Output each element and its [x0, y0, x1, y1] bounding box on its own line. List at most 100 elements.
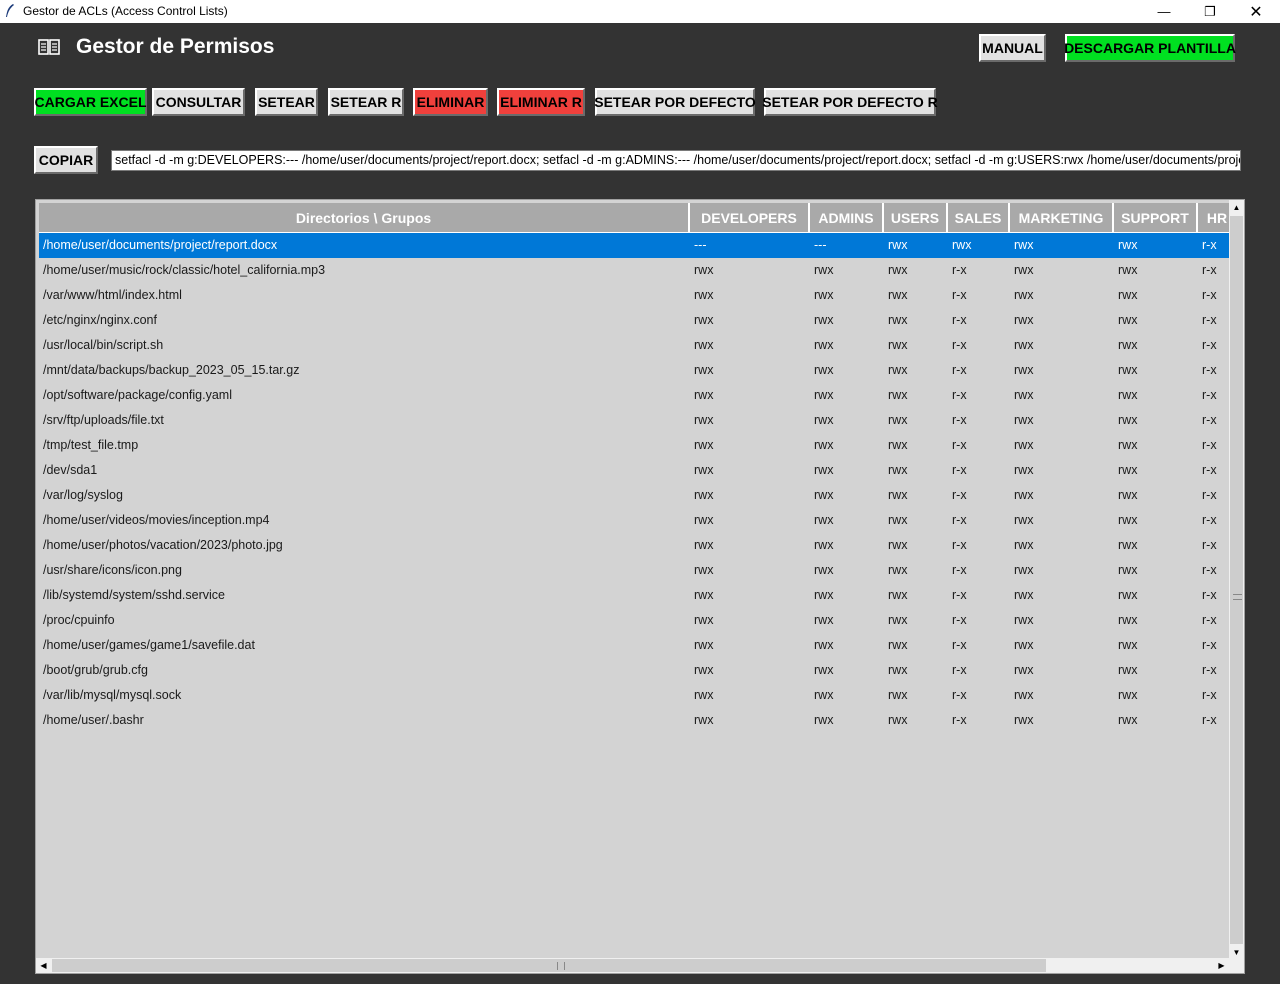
table-row[interactable]: /boot/grub/grub.cfg rwx rwx rwx r-x rwx rwx r-x: [39, 658, 1229, 683]
permission-cell: rwx: [814, 613, 834, 627]
table-row[interactable]: /home/user/music/rock/classic/hotel_cali…: [39, 258, 1229, 283]
table-row[interactable]: /home/user/videos/movies/inception.mp4 rw…: [39, 508, 1229, 533]
table-row[interactable]: /var/log/syslog rwx rwx rwx r-x rwx rwx r-x: [39, 483, 1229, 508]
permission-cell: rwx: [1014, 463, 1034, 477]
permission-cell: rwx: [1118, 463, 1138, 477]
permission-cell: rwx: [694, 638, 714, 652]
permission-cell: rwx: [1014, 663, 1034, 677]
column-header-group[interactable]: SALES: [948, 203, 1010, 233]
table-row[interactable]: /usr/local/bin/script.sh rwx rwx rwx r-x rwx r…: [39, 333, 1229, 358]
permission-cell: rwx: [814, 713, 834, 727]
permission-cell: rwx: [694, 488, 714, 502]
permission-cell: rwx: [1118, 538, 1138, 552]
horizontal-scrollbar[interactable]: ◀ ▶: [36, 958, 1244, 973]
permission-cell: r-x: [952, 513, 967, 527]
table-row[interactable]: /lib/systemd/system/sshd.service rwx rwx rw…: [39, 583, 1229, 608]
permission-cell: r-x: [1202, 438, 1217, 452]
permission-cell: r-x: [952, 638, 967, 652]
maximize-button[interactable]: ❐: [1187, 0, 1233, 23]
permission-cell: rwx: [694, 413, 714, 427]
permission-cell: r-x: [1202, 613, 1217, 627]
vertical-scroll-thumb[interactable]: [1230, 216, 1243, 944]
table-row[interactable]: /opt/software/package/config.yaml rwx rwx r…: [39, 383, 1229, 408]
permission-cell: rwx: [1014, 563, 1034, 577]
delete-button[interactable]: ELIMINAR: [413, 88, 488, 116]
permission-cell: r-x: [952, 588, 967, 602]
path-cell: /var/www/html/index.html: [43, 288, 182, 302]
table-row[interactable]: /dev/sda1 rwx rwx rwx r-x rwx rwx r-x: [39, 458, 1229, 483]
table-row[interactable]: /home/user/documents/project/report.docx…: [39, 233, 1229, 258]
path-cell: /boot/grub/grub.cfg: [43, 663, 148, 677]
column-header-group[interactable]: USERS: [884, 203, 948, 233]
command-field[interactable]: setfacl -d -m g:DEVELOPERS:--- /home/use…: [111, 150, 1241, 171]
permission-cell: rwx: [1014, 413, 1034, 427]
minimize-button[interactable]: —: [1141, 0, 1187, 23]
column-header-group[interactable]: DEVELOPERS: [690, 203, 810, 233]
minimize-icon: —: [1157, 4, 1171, 19]
permission-cell: ---: [694, 238, 707, 252]
column-header-group[interactable]: SUPPORT: [1114, 203, 1198, 233]
table-row[interactable]: /var/www/html/index.html rwx rwx rwx r-x rwx r…: [39, 283, 1229, 308]
column-header-group[interactable]: MARKETING: [1010, 203, 1114, 233]
permission-cell: rwx: [694, 663, 714, 677]
permission-cell: rwx: [814, 688, 834, 702]
load-excel-button[interactable]: CARGAR EXCEL: [34, 88, 147, 116]
permission-cell: rwx: [1014, 513, 1034, 527]
permission-cell: rwx: [814, 538, 834, 552]
permission-cell: rwx: [814, 438, 834, 452]
delete-recursive-button[interactable]: ELIMINAR R: [497, 88, 585, 116]
table-row[interactable]: /usr/share/icons/icon.png rwx rwx rwx r-x rwx…: [39, 558, 1229, 583]
permission-cell: rwx: [1118, 338, 1138, 352]
query-button[interactable]: CONSULTAR: [152, 88, 245, 116]
table-row[interactable]: /etc/nginx/nginx.conf rwx rwx rwx r-x rwx rwx r…: [39, 308, 1229, 333]
copy-button[interactable]: COPIAR: [34, 146, 98, 174]
scroll-right-icon[interactable]: ▶: [1214, 958, 1229, 973]
vertical-scrollbar[interactable]: ▲ ▼: [1229, 200, 1244, 960]
scroll-up-icon[interactable]: ▲: [1229, 200, 1244, 215]
table-row[interactable]: /srv/ftp/uploads/file.txt rwx rwx rwx r-x rwx…: [39, 408, 1229, 433]
download-template-button[interactable]: DESCARGAR PLANTILLA: [1064, 34, 1236, 62]
maximize-icon: ❐: [1204, 3, 1216, 19]
set-button[interactable]: SETEAR: [255, 88, 318, 116]
horizontal-scroll-thumb[interactable]: [52, 959, 1046, 972]
set-default-button[interactable]: SETEAR POR DEFECTO: [594, 88, 756, 116]
table-row[interactable]: /home/user/.bashr rwx rwx rwx r-x rwx rwx r-x: [39, 708, 1229, 733]
permission-cell: rwx: [952, 238, 972, 252]
permission-cell: r-x: [952, 663, 967, 677]
manual-button[interactable]: MANUAL: [979, 34, 1046, 62]
table-row[interactable]: /mnt/data/backups/backup_2023_05_15.tar.…: [39, 358, 1229, 383]
permission-cell: rwx: [888, 338, 908, 352]
table-row[interactable]: /home/user/games/game1/savefile.dat rwx rw…: [39, 633, 1229, 658]
set-default-recursive-button[interactable]: SETEAR POR DEFECTO R: [762, 88, 938, 116]
permission-cell: rwx: [1014, 288, 1034, 302]
permission-cell: r-x: [1202, 263, 1217, 277]
permission-cell: rwx: [888, 413, 908, 427]
permission-cell: r-x: [1202, 488, 1217, 502]
permission-cell: rwx: [694, 263, 714, 277]
permission-cell: rwx: [814, 638, 834, 652]
permission-cell: rwx: [694, 438, 714, 452]
permission-cell: rwx: [814, 338, 834, 352]
column-header-directories[interactable]: Directorios \ Grupos: [39, 203, 690, 233]
permission-cell: rwx: [694, 288, 714, 302]
column-header-group[interactable]: ADMINS: [810, 203, 884, 233]
table-row[interactable]: /var/lib/mysql/mysql.sock rwx rwx rwx r-x rwx…: [39, 683, 1229, 708]
permission-cell: rwx: [1014, 313, 1034, 327]
table-header: Directorios \ Grupos DEVELOPERS ADMINS USER…: [39, 203, 1229, 233]
table-row[interactable]: /proc/cpuinfo rwx rwx rwx r-x rwx rwx r-x: [39, 608, 1229, 633]
set-recursive-button[interactable]: SETEAR R: [328, 88, 404, 116]
table-row[interactable]: /home/user/photos/vacation/2023/photo.jp…: [39, 533, 1229, 558]
window-title: Gestor de ACLs (Access Control Lists): [23, 4, 228, 18]
grip-icon: [557, 962, 565, 970]
close-button[interactable]: ✕: [1233, 0, 1279, 23]
table-row[interactable]: /tmp/test_file.tmp rwx rwx rwx r-x rwx rwx r-x: [39, 433, 1229, 458]
permission-cell: rwx: [1014, 338, 1034, 352]
column-header-group[interactable]: HR: [1198, 203, 1229, 233]
permission-cell: r-x: [1202, 563, 1217, 577]
permission-cell: r-x: [1202, 513, 1217, 527]
scroll-left-icon[interactable]: ◀: [36, 958, 51, 973]
permissions-table: Directorios \ Grupos DEVELOPERS ADMINS USER…: [35, 199, 1245, 974]
permission-cell: r-x: [952, 388, 967, 402]
path-cell: /home/user/documents/project/report.docx: [43, 238, 278, 252]
permission-cell: ---: [814, 238, 827, 252]
